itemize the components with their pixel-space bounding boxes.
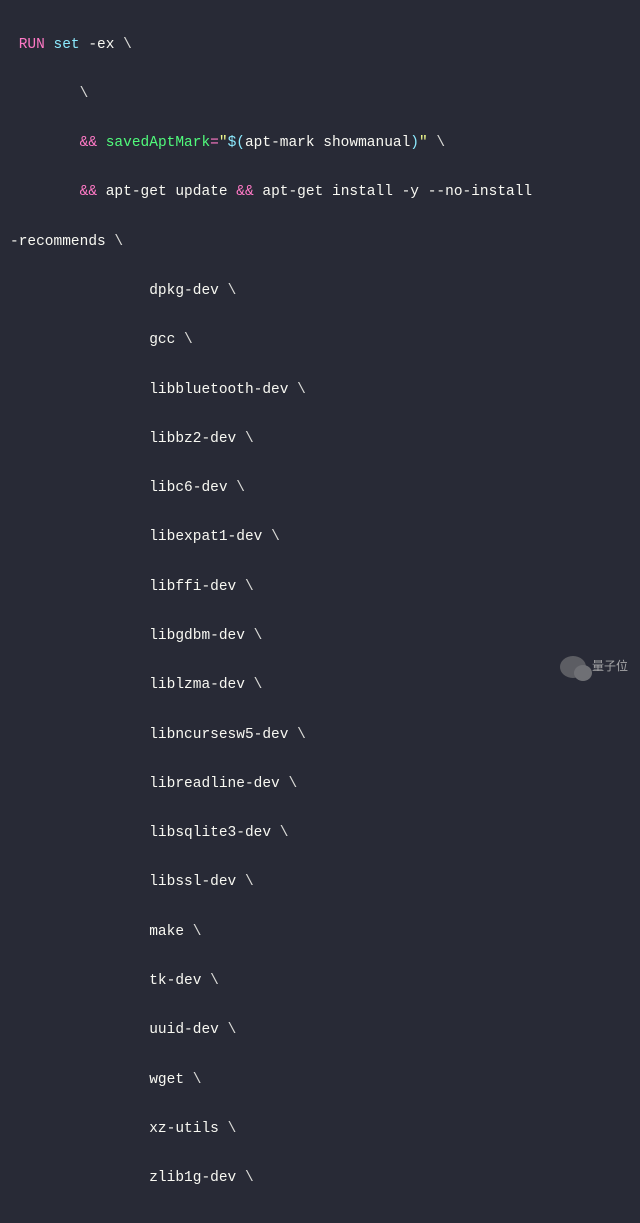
code-line: libc6-dev \ [10, 476, 630, 501]
token-operator: && [80, 184, 97, 200]
line-continuation: \ [193, 924, 202, 940]
token-package: tk-dev [149, 973, 201, 989]
code-line: make \ [10, 920, 630, 945]
line-continuation: \ [236, 480, 245, 496]
line-continuation: \ [436, 135, 445, 151]
token-builtin: set [54, 37, 80, 53]
code-line: libsqlite3-dev \ [10, 821, 630, 846]
line-continuation: \ [297, 727, 306, 743]
token-package: libssl-dev [149, 874, 236, 890]
code-line: \ [10, 82, 630, 107]
code-line: libffi-dev \ [10, 575, 630, 600]
code-line: libexpat1-dev \ [10, 525, 630, 550]
token-package: liblzma-dev [149, 677, 245, 693]
token-package: libexpat1-dev [149, 529, 262, 545]
line-continuation: \ [228, 1022, 237, 1038]
token-variable: savedAptMark [106, 135, 210, 151]
token-package: make [149, 924, 184, 940]
code-line: libssl-dev \ [10, 870, 630, 895]
token-quote: " [419, 135, 428, 151]
code-line: libreadline-dev \ [10, 772, 630, 797]
wechat-icon [560, 656, 586, 678]
token-operator: && [80, 135, 97, 151]
token-package: wget [149, 1072, 184, 1088]
line-continuation: \ [193, 1072, 202, 1088]
code-line: libbluetooth-dev \ [10, 378, 630, 403]
line-continuation: \ [254, 677, 263, 693]
token-subst-open: $( [228, 135, 245, 151]
code-line: libgdbm-dev \ [10, 624, 630, 649]
code-line: RUN set -ex \ [10, 33, 630, 58]
token-keyword: RUN [19, 37, 45, 53]
code-line: && savedAptMark="$(apt-mark showmanual)"… [10, 131, 630, 156]
token-flag: -y --no-install [402, 184, 533, 200]
token-equals: = [210, 135, 219, 151]
code-line: -recommends \ [10, 230, 630, 255]
token-package: libbluetooth-dev [149, 382, 288, 398]
code-line: uuid-dev \ [10, 1018, 630, 1043]
token-subst-close: ) [410, 135, 419, 151]
token-subst-cmd: apt-mark showmanual [245, 135, 410, 151]
code-line: gcc \ [10, 328, 630, 353]
code-line: xz-utils \ [10, 1117, 630, 1142]
line-continuation: \ [123, 37, 132, 53]
line-continuation: \ [228, 283, 237, 299]
line-continuation: \ [271, 529, 280, 545]
token-package: libreadline-dev [149, 776, 280, 792]
watermark: 量子位 [560, 656, 628, 678]
code-line: && apt-get update && apt-get install -y … [10, 180, 630, 205]
line-continuation: \ [254, 628, 263, 644]
line-continuation: \ [245, 1170, 254, 1186]
token-package: libncursesw5-dev [149, 727, 288, 743]
token-package: libgdbm-dev [149, 628, 245, 644]
code-line: zlib1g-dev \ [10, 1166, 630, 1191]
code-line: libbz2-dev \ [10, 427, 630, 452]
code-block: RUN set -ex \ \ && savedAptMark="$(apt-m… [0, 0, 640, 1223]
line-continuation: \ [297, 382, 306, 398]
code-line: liblzma-dev \ [10, 673, 630, 698]
line-continuation: \ [245, 874, 254, 890]
line-continuation: \ [228, 1121, 237, 1137]
line-continuation: \ [114, 234, 123, 250]
token-package: uuid-dev [149, 1022, 219, 1038]
code-line: tk-dev \ [10, 969, 630, 994]
token-cmd: apt-get install [262, 184, 393, 200]
token-package: libffi-dev [149, 579, 236, 595]
code-line: wget \ [10, 1068, 630, 1093]
token-package: libbz2-dev [149, 431, 236, 447]
token-flag: -ex [88, 37, 114, 53]
code-line: dpkg-dev \ [10, 279, 630, 304]
token-package: dpkg-dev [149, 283, 219, 299]
token-package: xz-utils [149, 1121, 219, 1137]
line-continuation: \ [245, 431, 254, 447]
token-package: zlib1g-dev [149, 1170, 236, 1186]
line-continuation: \ [280, 825, 289, 841]
token-quote: " [219, 135, 228, 151]
token-cmd: apt-get update [106, 184, 228, 200]
token-operator: && [236, 184, 253, 200]
token-flag: -recommends [10, 234, 106, 250]
line-continuation: \ [210, 973, 219, 989]
token-package: libsqlite3-dev [149, 825, 271, 841]
line-continuation: \ [245, 579, 254, 595]
line-continuation: \ [80, 86, 89, 102]
watermark-text: 量子位 [592, 657, 628, 677]
token-package: libc6-dev [149, 480, 227, 496]
line-continuation: \ [184, 332, 193, 348]
line-continuation: \ [288, 776, 297, 792]
code-line: libncursesw5-dev \ [10, 723, 630, 748]
token-package: gcc [149, 332, 175, 348]
